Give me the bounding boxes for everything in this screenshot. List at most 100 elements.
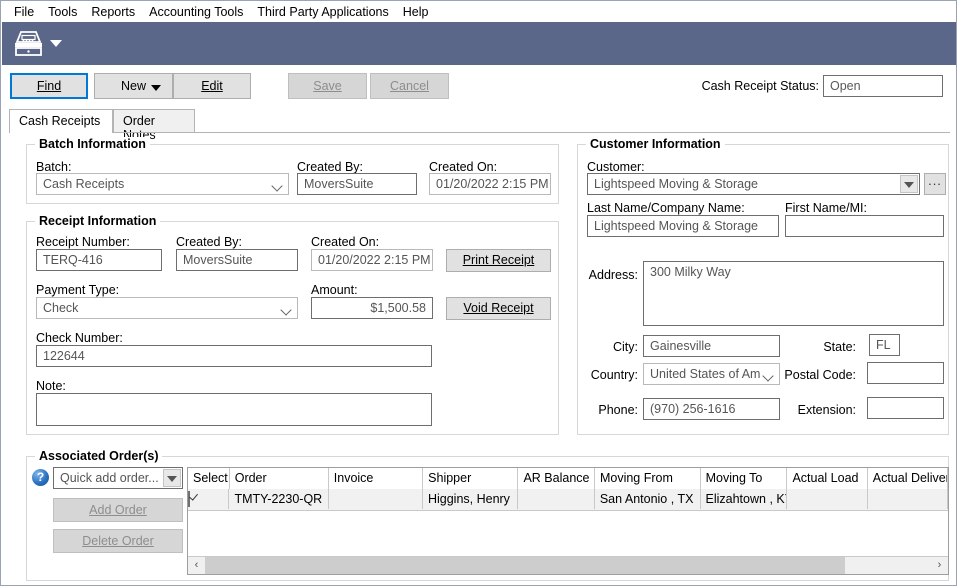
cash-receipts-window: File Tools Reports Accounting Tools Thir… (0, 0, 957, 586)
edit-button[interactable]: Edit (173, 73, 251, 99)
cell-shipper: Higgins, Henry (423, 489, 518, 509)
amount-value: $1,500.58 (311, 297, 433, 319)
find-button[interactable]: Find (10, 73, 88, 99)
column-header-order[interactable]: Order (230, 468, 329, 489)
note-value[interactable] (36, 393, 432, 426)
cash-register-icon[interactable] (11, 29, 45, 58)
batch-created-by-value: MoversSuite (297, 173, 417, 195)
quick-add-order-dropdown-arrow-icon[interactable] (163, 469, 181, 487)
payment-type-label: Payment Type: (36, 283, 119, 297)
scroll-left-arrow-icon[interactable]: ‹ (188, 557, 205, 574)
menu-item-accounting-tools[interactable]: Accounting Tools (142, 3, 250, 21)
customer-dropdown-arrow-icon[interactable] (900, 175, 918, 193)
menu-item-file[interactable]: File (7, 3, 41, 21)
cell-moving-from: San Antonio , TX (595, 489, 701, 509)
quick-add-order-combo[interactable]: Quick add order... (53, 467, 183, 489)
new-button[interactable]: New (94, 73, 173, 99)
menu-item-help[interactable]: Help (396, 3, 436, 21)
cell-select[interactable] (188, 489, 229, 509)
save-button: Save (288, 73, 367, 99)
cancel-button-label: Cancel (390, 79, 429, 93)
customer-browse-button[interactable]: ... (924, 173, 946, 195)
batch-chevron-down-icon[interactable] (271, 180, 282, 191)
find-button-label: Find (37, 79, 61, 93)
receipt-number-label: Receipt Number: (36, 235, 130, 249)
cell-moving-to: Elizahtown , KY (701, 489, 788, 509)
receipt-created-on-value: 01/20/2022 2:15 PM (311, 249, 433, 271)
address-label: Address: (573, 268, 638, 282)
first-name-value[interactable] (785, 215, 944, 237)
payment-type-value: Check (43, 301, 78, 315)
state-label: State: (796, 340, 856, 354)
cash-receipt-status-value: Open (823, 75, 943, 97)
new-chevron-down-icon[interactable] (151, 85, 161, 91)
state-value[interactable]: FL (869, 334, 900, 356)
country-combo[interactable]: United States of Am (643, 363, 780, 385)
associated-orders-title: Associated Order(s) (35, 449, 162, 463)
tab-underline (9, 132, 950, 133)
menu-item-third-party-applications[interactable]: Third Party Applications (250, 3, 395, 21)
batch-information-title: Batch Information (35, 137, 150, 151)
quick-add-order-value: Quick add order... (60, 471, 159, 485)
check-number-value[interactable]: 122644 (36, 345, 432, 367)
postal-code-label: Postal Code: (761, 368, 856, 382)
last-name-label: Last Name/Company Name: (587, 201, 745, 215)
payment-type-chevron-down-icon[interactable] (280, 304, 291, 315)
associated-orders-grid[interactable]: Select Order Invoice Shipper AR Balance … (187, 467, 949, 575)
city-value[interactable]: Gainesville (643, 335, 780, 357)
row-select-checkbox[interactable] (188, 491, 190, 507)
batch-created-by-label: Created By: (297, 160, 363, 174)
add-order-button: Add Order (53, 498, 183, 522)
batch-label: Batch: (36, 160, 71, 174)
table-row[interactable]: TMTY-2230-QR Higgins, Henry San Antonio … (188, 489, 948, 511)
edit-button-label: Edit (201, 79, 223, 93)
batch-created-on-value: 01/20/2022 2:15 PM (429, 173, 551, 195)
check-number-label: Check Number: (36, 331, 123, 345)
menu-item-reports[interactable]: Reports (84, 3, 142, 21)
void-receipt-label: Void Receipt (463, 301, 533, 315)
column-header-moving-from[interactable]: Moving From (595, 468, 701, 489)
column-header-actual-deliver[interactable]: Actual Deliver (868, 468, 948, 489)
last-name-value[interactable]: Lightspeed Moving & Storage (587, 215, 779, 237)
receipt-created-on-label: Created On: (311, 235, 379, 249)
cash-receipt-status-label: Cash Receipt Status: (702, 79, 819, 93)
toolbar-chevron-down-icon[interactable] (50, 40, 62, 47)
grid-header-row: Select Order Invoice Shipper AR Balance … (188, 468, 948, 490)
postal-code-value[interactable] (867, 362, 944, 384)
scrollbar-thumb[interactable] (205, 557, 845, 574)
cell-ar-balance (518, 489, 595, 509)
print-receipt-button[interactable]: Print Receipt (446, 249, 551, 272)
column-header-moving-to[interactable]: Moving To (701, 468, 788, 489)
first-name-label: First Name/MI: (785, 201, 867, 215)
city-label: City: (573, 340, 638, 354)
column-header-select[interactable]: Select (188, 468, 230, 489)
scroll-right-arrow-icon[interactable]: › (931, 557, 948, 574)
help-icon[interactable]: ? (32, 469, 49, 486)
tab-strip: Cash Receipts Order Notes (9, 109, 950, 133)
receipt-information-title: Receipt Information (35, 214, 160, 228)
extension-label: Extension: (771, 403, 856, 417)
batch-combo-value: Cash Receipts (43, 177, 124, 191)
batch-combo[interactable]: Cash Receipts (36, 173, 289, 195)
column-header-invoice[interactable]: Invoice (329, 468, 423, 489)
menu-item-tools[interactable]: Tools (41, 3, 84, 21)
grid-horizontal-scrollbar[interactable]: ‹ › (188, 556, 948, 574)
customer-information-title: Customer Information (586, 137, 725, 151)
column-header-shipper[interactable]: Shipper (423, 468, 518, 489)
extension-value[interactable] (867, 397, 944, 419)
column-header-ar-balance[interactable]: AR Balance (518, 468, 595, 489)
address-value[interactable]: 300 Milky Way (643, 261, 944, 326)
amount-label: Amount: (311, 283, 358, 297)
void-receipt-button[interactable]: Void Receipt (446, 297, 551, 320)
batch-created-on-label: Created On: (429, 160, 497, 174)
phone-value[interactable]: (970) 256-1616 (643, 398, 780, 420)
payment-type-combo[interactable]: Check (36, 297, 298, 319)
customer-combo[interactable]: Lightspeed Moving & Storage (587, 173, 920, 195)
column-header-actual-load[interactable]: Actual Load (787, 468, 867, 489)
cell-invoice (329, 489, 423, 509)
application-toolbar (2, 22, 957, 65)
add-order-label: Add Order (89, 503, 147, 517)
tab-order-notes[interactable]: Order Notes (113, 109, 195, 133)
cell-order: TMTY-2230-QR (229, 489, 328, 509)
tab-cash-receipts[interactable]: Cash Receipts (9, 109, 113, 133)
